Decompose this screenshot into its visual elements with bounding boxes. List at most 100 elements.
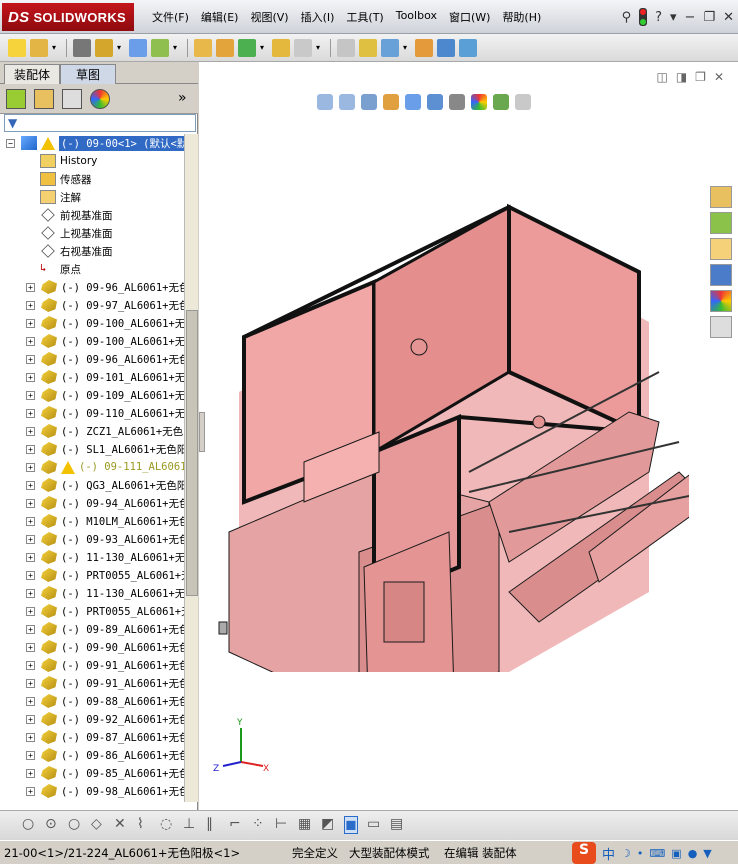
expand-icon[interactable]: + (26, 444, 35, 454)
menu-item-7[interactable]: 帮助(H) (496, 9, 547, 25)
menu-item-5[interactable]: Toolbox (390, 9, 443, 25)
zoom-to-area-icon[interactable] (339, 94, 355, 110)
perpendicular-snap-icon[interactable]: ⊥ (183, 816, 195, 832)
tab-sketch[interactable]: 草图 (60, 64, 116, 84)
minimize-icon[interactable]: − (685, 10, 696, 25)
intersection-snap-icon[interactable]: ✕ (114, 816, 126, 832)
tree-component[interactable]: + (-) 09-85_AL6061+无色 (26, 764, 184, 782)
view-palette-icon[interactable] (710, 264, 732, 286)
tree-component[interactable]: + (-) 09-109_AL6061+无 (26, 386, 184, 404)
insert-component-icon[interactable] (216, 38, 234, 57)
expand-icon[interactable]: + (26, 750, 35, 760)
solidworks-logo[interactable]: DS SOLIDWORKS (2, 3, 134, 31)
expand-icon[interactable]: + (26, 786, 35, 796)
skin-icon[interactable]: ▣ (671, 847, 681, 860)
reference-geometry-icon[interactable] (381, 38, 399, 57)
tile-vertical-icon[interactable]: ▤ (390, 816, 403, 832)
tree-filter-input[interactable]: ▼ (4, 114, 196, 132)
grid-snap-icon[interactable]: ⁘ (252, 816, 264, 832)
tree-component[interactable]: + (-) 09-100_AL6061+无 (26, 314, 184, 332)
expand-icon[interactable]: + (26, 732, 35, 742)
grid-icon[interactable]: ▦ (298, 816, 311, 832)
collapse-icon[interactable]: − (6, 138, 15, 148)
rebuild-icon[interactable] (95, 38, 113, 57)
hide-show-icon[interactable] (449, 94, 465, 110)
menu-item-2[interactable]: 视图(V) (244, 9, 294, 25)
tree-component[interactable]: + (-) SL1_AL6061+无色阳 (26, 440, 184, 458)
tree-component[interactable]: + (-) 09-100_AL6061+无 (26, 332, 184, 350)
design-library-icon[interactable] (710, 212, 732, 234)
close-icon[interactable]: ✕ (723, 10, 734, 25)
expand-icon[interactable]: + (26, 588, 35, 598)
ime-language[interactable]: 中 (602, 844, 615, 863)
tree-component[interactable]: + (-) QG3_AL6061+无色阳 (26, 476, 184, 494)
shirt-icon[interactable]: ▼ (703, 847, 711, 860)
expand-icon[interactable]: + (26, 462, 35, 472)
center-snap-icon[interactable]: ⊙ (45, 816, 57, 832)
tree-component[interactable]: + (-) 11-130_AL6061+无 (26, 584, 184, 602)
options-dropdown-icon[interactable]: ▾ (316, 39, 324, 57)
apply-scene-icon[interactable] (493, 94, 509, 110)
section-view-icon[interactable] (383, 94, 399, 110)
menu-item-1[interactable]: 编辑(E) (195, 9, 245, 25)
help-icon[interactable]: ? (655, 10, 662, 25)
moon-icon[interactable]: ☽ (621, 847, 631, 860)
move-component-icon[interactable] (272, 38, 290, 57)
tree-component[interactable]: + (-) M10LM_AL6061+无色 (26, 512, 184, 530)
sketch-icon[interactable]: ◩ (321, 816, 334, 832)
options-dropdown-icon[interactable]: ▾ (117, 39, 125, 57)
expand-icon[interactable]: + (26, 606, 35, 616)
tree-component[interactable]: + (-) 09-91_AL6061+无色 (26, 656, 184, 674)
property-manager-icon[interactable] (34, 89, 54, 109)
expand-icon[interactable]: + (26, 426, 35, 436)
parallel-snap-icon[interactable]: ∥ (206, 816, 213, 832)
mass-properties-icon[interactable] (459, 38, 477, 57)
expand-icon[interactable]: + (26, 300, 35, 310)
expand-icon[interactable]: + (26, 678, 35, 688)
smart-fasteners-icon[interactable] (359, 38, 377, 57)
menu-item-4[interactable]: 工具(T) (340, 9, 389, 25)
tree-component[interactable]: + (-) 09-94_AL6061+无色 (26, 494, 184, 512)
expand-icon[interactable]: + (26, 642, 35, 652)
chevron-down-icon[interactable]: ▾ (670, 10, 677, 25)
tree-component[interactable]: + (-) 09-110_AL6061+无 (26, 404, 184, 422)
file-explorer-icon[interactable] (710, 238, 732, 260)
user-icon[interactable]: ● (688, 847, 698, 860)
options-dropdown-icon[interactable]: ▾ (52, 39, 60, 57)
assembly-features-icon[interactable] (294, 38, 312, 57)
expand-icon[interactable]: + (26, 696, 35, 706)
expand-icon[interactable]: + (26, 516, 35, 526)
expand-icon[interactable]: + (26, 534, 35, 544)
previous-view-icon[interactable] (361, 94, 377, 110)
appearances-icon[interactable] (710, 290, 732, 312)
quadrant-snap-icon[interactable]: ◇ (91, 816, 102, 832)
tab-assembly[interactable]: 装配体 (4, 64, 60, 84)
paperclip-icon[interactable] (73, 38, 91, 57)
nearest-snap-icon[interactable]: ⌇ (137, 816, 144, 832)
view-settings-icon[interactable] (515, 94, 531, 110)
graphics-area[interactable]: ◫ ◨ ❐ ✕ Y X Z (199, 62, 738, 810)
tangent-snap-icon[interactable]: ◌ (160, 816, 172, 832)
expand-icon[interactable]: + (26, 282, 35, 292)
interference-icon[interactable] (415, 38, 433, 57)
options-dropdown-icon[interactable]: ▾ (403, 39, 411, 57)
expand-icon[interactable]: + (26, 318, 35, 328)
configuration-manager-icon[interactable] (62, 89, 82, 109)
3d-view-icon[interactable]: ◼ (344, 816, 358, 834)
print-icon[interactable] (151, 38, 169, 57)
tree-component[interactable]: + (-) 09-93_AL6061+无色 (26, 530, 184, 548)
expand-icon[interactable]: + (26, 624, 35, 634)
tree-component[interactable]: + (-) 09-87_AL6061+无色 (26, 728, 184, 746)
options-dropdown-icon[interactable]: ▾ (260, 39, 268, 57)
tree-component[interactable]: + (-) 11-130_AL6061+无 (26, 548, 184, 566)
mate-icon[interactable] (238, 38, 256, 57)
menu-item-0[interactable]: 文件(F) (146, 9, 195, 25)
expand-icon[interactable]: + (26, 660, 35, 670)
tree-component[interactable]: + (-) 09-96_AL6061+无色 (26, 278, 184, 296)
horizontal-snap-icon[interactable]: ⌐ (229, 816, 241, 832)
measure-icon[interactable] (437, 38, 455, 57)
restore-icon[interactable]: ❐ (695, 70, 706, 84)
close-icon[interactable]: ✕ (714, 70, 724, 84)
tile-horizontal-icon[interactable]: ▭ (367, 816, 380, 832)
menu-item-3[interactable]: 插入(I) (295, 9, 341, 25)
